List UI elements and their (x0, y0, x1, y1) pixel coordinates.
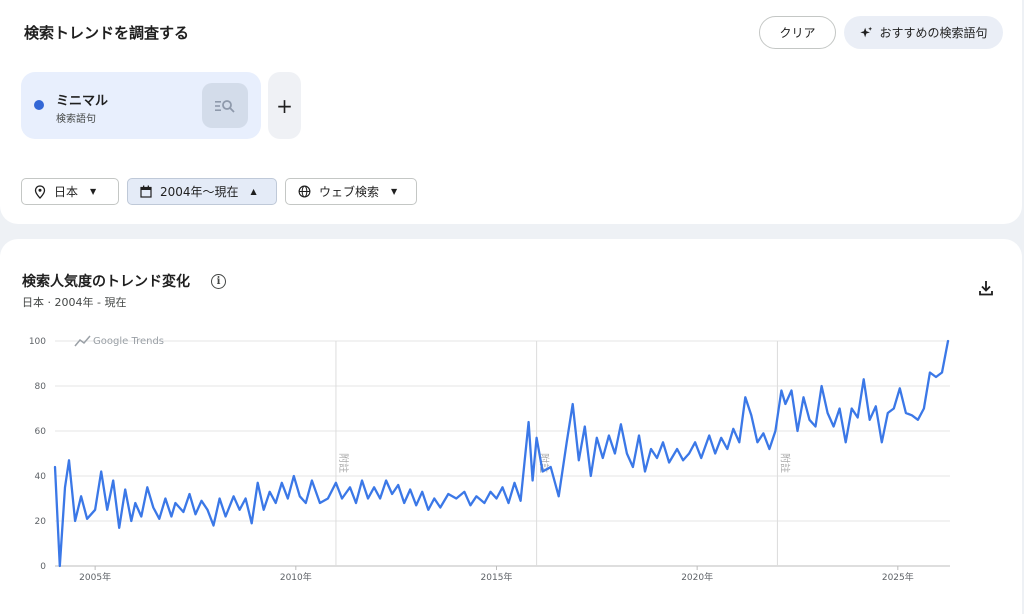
trend-series-line (53, 339, 950, 568)
sparkle-icon (860, 26, 873, 37)
search-term-name: ミニマル (56, 94, 109, 109)
y-tick-label: 60 (35, 427, 47, 437)
calendar-icon (140, 185, 152, 198)
suggested-terms-label: おすすめの検索語句 (879, 26, 988, 40)
chevron-down-icon: ▼ (391, 187, 398, 196)
trend-chart: 020406080100附註 附註 附註2005年 2010年 2015年 2020年 20… (29, 335, 950, 583)
y-tick-label: 100 (29, 337, 46, 347)
globe-icon (298, 185, 311, 198)
y-tick-label: 40 (35, 472, 47, 482)
note-marker-label: 附註 (337, 453, 350, 473)
region-filter[interactable]: 日本 ▼ (21, 178, 119, 205)
watermark: Google Trends (93, 336, 164, 347)
search-term-card[interactable]: ミニマル 検索語句 (21, 72, 261, 139)
region-filter-label: 日本 (54, 185, 79, 199)
x-tick-label: 2005年 (79, 571, 111, 583)
search-type-filter-label: ウェブ検索 (319, 185, 380, 199)
chevron-up-icon: ▲ (250, 187, 257, 196)
clear-button[interactable]: クリア (759, 16, 836, 49)
x-tick-label: 2020年 (681, 571, 713, 583)
search-list-icon (215, 99, 235, 113)
interest-over-time-panel: 検索人気度のトレンド変化 i 日本 · 2004年 - 現在 0 20 40 60 80… (0, 239, 1022, 614)
y-tick-label: 80 (35, 382, 47, 392)
series-color-dot (34, 100, 44, 110)
y-tick-label: 20 (35, 517, 47, 527)
x-tick-label: 2010年 (280, 571, 312, 583)
suggested-terms-button[interactable]: おすすめの検索語句 (844, 16, 1003, 49)
search-term-type: 検索語句 (56, 114, 96, 125)
explore-panel: 検索トレンドを調査する クリア おすすめの検索語句 ミニマル 検索語句 + 日本 (0, 0, 1022, 224)
search-term-search-button[interactable] (202, 83, 248, 128)
note-marker-label: 附註 (778, 453, 791, 473)
location-pin-icon (34, 184, 46, 199)
chevron-down-icon: ▼ (90, 187, 97, 196)
period-filter-label: 2004年〜現在 (160, 185, 239, 199)
x-tick-label: 2025年 (882, 571, 914, 583)
page-title: 検索トレンドを調査する (24, 24, 190, 42)
x-tick-label: 2015年 (481, 571, 513, 583)
y-tick-label: 0 (40, 562, 46, 572)
search-type-filter[interactable]: ウェブ検索 ▼ (285, 178, 417, 205)
add-term-button[interactable]: + (268, 72, 301, 139)
period-filter[interactable]: 2004年〜現在 ▲ (127, 178, 277, 205)
